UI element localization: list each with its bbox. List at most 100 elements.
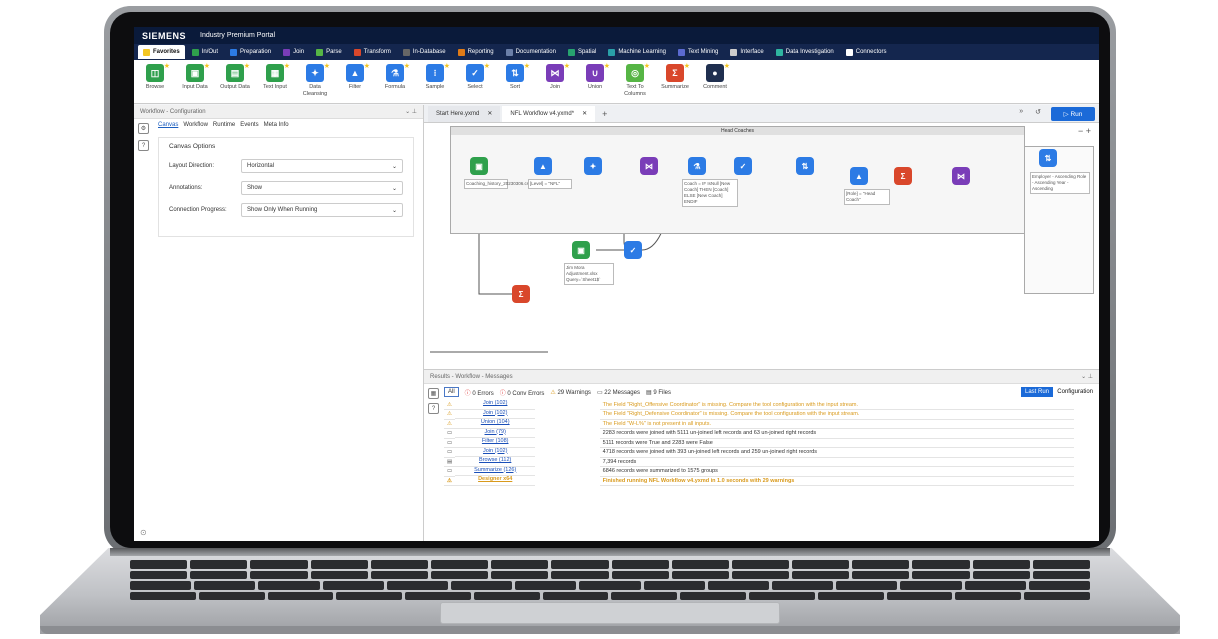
table-row[interactable]: ⚠ Join (102) The Field "Right_Defensive Co…	[444, 409, 1074, 420]
tool-data-cleansing[interactable]: ★ ✦ Data Cleansing	[298, 63, 332, 98]
tab-connectors[interactable]: Connectors	[841, 45, 892, 59]
tab-text-mining[interactable]: Text Mining	[673, 45, 723, 59]
tool-link[interactable]: Union (104)	[455, 419, 536, 429]
run-button[interactable]: ▷ Run	[1051, 107, 1095, 121]
tab-preparation[interactable]: Preparation	[225, 45, 276, 59]
tool-text-to-columns[interactable]: ★ ◎ Text To Columns	[618, 63, 652, 98]
tool-filter[interactable]: ★ ▲ Filter	[338, 63, 372, 91]
expand-icon[interactable]: »	[1019, 108, 1023, 116]
filter-all-button[interactable]: All	[444, 387, 459, 397]
table-row[interactable]: ⚠ Designer x64 Finished running NFL Workfl…	[444, 476, 1074, 486]
sort-node-2[interactable]: ⇅	[1039, 149, 1057, 167]
sort-container[interactable]	[1024, 146, 1094, 294]
input-data-node-2[interactable]: ▣	[572, 241, 590, 259]
history-icon[interactable]: ↺	[1035, 108, 1041, 116]
table-row[interactable]: ⚠ Union (104) The Field "W-L%" is not pres…	[444, 419, 1074, 429]
tab-join[interactable]: Join	[278, 45, 309, 59]
tool-link[interactable]: Filter (108)	[455, 438, 536, 448]
tab-spatial[interactable]: Spatial	[563, 45, 601, 59]
help-icon-2[interactable]: ?	[428, 403, 439, 414]
formula-node[interactable]: ⚗	[688, 157, 706, 175]
tool-link[interactable]: Join (102)	[455, 400, 536, 410]
table-row[interactable]: ▭ Summarize (126) 6846 records were summar…	[444, 466, 1074, 477]
gear-icon[interactable]: ⚙	[138, 123, 149, 134]
option-select[interactable]: Show ⌄	[241, 181, 403, 195]
subtab-events[interactable]: Events	[240, 122, 258, 128]
tab-parse[interactable]: Parse	[311, 45, 347, 59]
option-select[interactable]: Horizontal ⌄	[241, 159, 403, 173]
select-node[interactable]: ✓	[734, 157, 752, 175]
tool-formula[interactable]: ★ ⚗ Formula	[378, 63, 412, 91]
filter-node[interactable]: ▲	[534, 157, 552, 175]
document-tab[interactable]: Start Here.yxmd ✕	[428, 105, 501, 122]
filter-warnings-button[interactable]: ⚠ 29 Warnings	[550, 389, 591, 396]
results-panel-controls[interactable]: ⌄ ⊥	[1081, 373, 1093, 380]
tab-documentation[interactable]: Documentation	[501, 45, 561, 59]
tool-browse[interactable]: ★ ◫ Browse	[138, 63, 172, 91]
summarize-node[interactable]: Σ	[894, 167, 912, 185]
conv-errors-label: 0 Conv Errors	[507, 390, 545, 397]
filter-conv-errors-button[interactable]: ⓘ 0 Conv Errors	[500, 388, 545, 397]
workflow-canvas[interactable]: Head Coaches ▣ Coaching_history_20230306…	[424, 124, 1099, 369]
tab-interface[interactable]: Interface	[725, 45, 768, 59]
subtab-workflow[interactable]: Workflow	[183, 122, 208, 128]
join-node[interactable]: ⋈	[640, 157, 658, 175]
join-node-2[interactable]: ⋈	[952, 167, 970, 185]
last-run-button[interactable]: Last Run	[1020, 387, 1053, 397]
tool-link[interactable]: Join (79)	[455, 429, 536, 438]
data-cleansing-node[interactable]: ✦	[584, 157, 602, 175]
filter-files-button[interactable]: ▤ 9 Files	[646, 389, 671, 396]
sort-node[interactable]: ⇅	[796, 157, 814, 175]
close-icon[interactable]: ✕	[487, 110, 492, 117]
zoom-controls[interactable]: − +	[1078, 126, 1091, 136]
help-icon[interactable]: ?	[138, 140, 149, 151]
tool-link[interactable]: Summarize (126)	[455, 467, 536, 476]
tab-transform[interactable]: Transform	[349, 45, 396, 59]
filter-node-2[interactable]: ▲	[850, 167, 868, 185]
document-tab[interactable]: NFL Workflow v4.yxmd* ✕	[502, 105, 596, 122]
table-row[interactable]: ▭ Join (79) 2283 records were joined with …	[444, 428, 1074, 439]
tab-data-investigation[interactable]: Data Investigation	[771, 45, 839, 59]
tool-link[interactable]: Join (102)	[455, 410, 536, 419]
collapse-icon[interactable]: ⊙	[140, 528, 147, 537]
tool-link[interactable]: Designer x64	[455, 476, 536, 486]
tool-text-input[interactable]: ★ ▦ Text Input	[258, 63, 292, 91]
message-text: 6846 records were summarized to 1575 gro…	[599, 466, 1074, 477]
table-row[interactable]: ▤ Browse (112) 7,394 records	[444, 457, 1074, 467]
message-text: The Field "Right_Defensive Coordinator" …	[599, 409, 1074, 420]
tab-in-out[interactable]: In/Out	[187, 45, 223, 59]
subtab-meta-info[interactable]: Meta Info	[264, 122, 289, 128]
tab-in-database[interactable]: In-Database	[398, 45, 451, 59]
tool-link[interactable]: Join (102)	[455, 448, 536, 457]
tab-reporting[interactable]: Reporting	[453, 45, 499, 59]
table-row[interactable]: ▭ Join (102) 4718 records were joined with…	[444, 447, 1074, 458]
tool-join[interactable]: ★ ⋈ Join	[538, 63, 572, 91]
tool-input-data[interactable]: ★ ▣ Input Data	[178, 63, 212, 91]
summarize-node-2[interactable]: Σ	[512, 285, 530, 303]
file-icon: ▤	[444, 457, 456, 467]
tool-summarize[interactable]: ★ Σ Summarize	[658, 63, 692, 91]
grid-icon[interactable]: ▦	[428, 388, 439, 399]
tab-favorites[interactable]: Favorites	[138, 45, 185, 59]
subtab-runtime[interactable]: Runtime	[213, 122, 235, 128]
tool-output-data[interactable]: ★ ▤ Output Data	[218, 63, 252, 91]
table-row[interactable]: ▭ Filter (108) 5111 records were True and …	[444, 438, 1074, 448]
filter-errors-button[interactable]: ⓘ 0 Errors	[465, 388, 494, 397]
new-tab-icon[interactable]: +	[597, 109, 612, 119]
tool-sample[interactable]: ★ ⁝ Sample	[418, 63, 452, 91]
tool-comment[interactable]: ★ ● Comment	[698, 63, 732, 91]
subtab-canvas[interactable]: Canvas	[158, 122, 178, 128]
tool-link[interactable]: Browse (112)	[455, 457, 536, 467]
tab-machine-learning[interactable]: Machine Learning	[603, 45, 671, 59]
tool-sort[interactable]: ★ ⇅ Sort	[498, 63, 532, 91]
option-select[interactable]: Show Only When Running ⌄	[241, 203, 403, 217]
filter-messages-button[interactable]: ▭ 22 Messages	[597, 389, 640, 396]
tool-union[interactable]: ★ ∪ Union	[578, 63, 612, 91]
table-row[interactable]: ⚠ Join (102) The Field "Right_Offensive Co…	[444, 400, 1074, 410]
configuration-button[interactable]: Configuration	[1055, 387, 1095, 397]
close-icon[interactable]: ✕	[582, 110, 587, 117]
select-node-2[interactable]: ✓	[624, 241, 642, 259]
panel-controls[interactable]: ⌄ ⊥	[405, 108, 417, 115]
input-data-node[interactable]: ▣	[470, 157, 488, 175]
tool-select[interactable]: ★ ✓ Select	[458, 63, 492, 91]
